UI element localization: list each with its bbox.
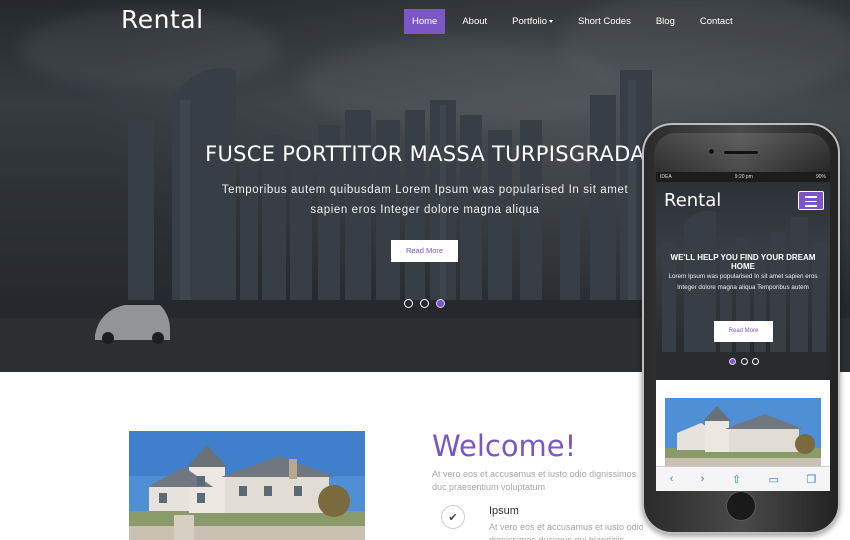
- slider-dot-2[interactable]: [420, 299, 429, 308]
- phone-mockup: IDEA 9:20 pm 90% Rental WE'LL HELP YOU F…: [642, 123, 840, 534]
- forward-arrow-icon[interactable]: ›: [701, 473, 705, 485]
- status-bar: IDEA 9:20 pm 90%: [656, 172, 830, 182]
- caret-down-icon: [549, 19, 554, 23]
- nav-portfolio[interactable]: Portfolio: [504, 9, 561, 34]
- carrier-label: IDEA: [660, 174, 672, 180]
- nav-about[interactable]: About: [454, 9, 495, 34]
- main-nav: Home About Portfolio Short Codes Blog Co…: [404, 9, 750, 34]
- welcome-text: At vero eos et accusamus et iusto odio d…: [432, 469, 637, 492]
- mobile-slider-dot-1[interactable]: [729, 358, 736, 365]
- camera-icon: [708, 148, 715, 155]
- mobile-hero: Rental WE'LL HELP YOU FIND YOUR DREAM HO…: [656, 182, 830, 380]
- home-button: [726, 491, 756, 521]
- share-icon[interactable]: ⇧: [732, 473, 741, 486]
- mobile-hero-title: WE'LL HELP YOU FIND YOUR DREAM HOME: [670, 253, 816, 271]
- back-arrow-icon[interactable]: ‹: [670, 473, 674, 485]
- mobile-slider-dot-2[interactable]: [740, 358, 748, 365]
- mobile-logo[interactable]: Rental: [664, 190, 721, 211]
- feature-title: Ipsum: [489, 505, 519, 517]
- nav-blog[interactable]: Blog: [648, 9, 683, 34]
- hero-text: Temporibus autem quibusdam Lorem Ipsum w…: [221, 184, 629, 216]
- hamburger-menu-icon[interactable]: [798, 191, 824, 210]
- read-more-button[interactable]: Read More: [391, 240, 458, 262]
- slider-dots: [404, 299, 452, 308]
- welcome-title: Welcome!: [432, 429, 577, 463]
- mobile-hero-text: Lorem Ipsum was popularised In sit amet …: [668, 273, 818, 291]
- nav-contact[interactable]: Contact: [692, 9, 741, 34]
- bookmarks-icon[interactable]: ▭: [769, 473, 779, 486]
- mobile-house-image: [665, 398, 821, 468]
- house-image: [129, 431, 365, 540]
- mobile-slider-dots: [729, 358, 764, 365]
- nav-short-codes[interactable]: Short Codes: [570, 9, 639, 34]
- slider-dot-3[interactable]: [436, 299, 445, 308]
- mobile-read-more-button[interactable]: Read More: [714, 321, 773, 342]
- site-logo[interactable]: Rental: [121, 5, 204, 34]
- nav-home[interactable]: Home: [404, 9, 446, 34]
- browser-toolbar: ‹ › ⇧ ▭ ❐: [656, 466, 830, 491]
- hero-title: FUSCE PORTTITOR MASSA TURPISGRADA: [205, 142, 645, 166]
- phone-screen: IDEA 9:20 pm 90% Rental WE'LL HELP YOU F…: [656, 172, 830, 491]
- slider-dot-1[interactable]: [404, 299, 413, 308]
- mobile-slider-dot-3[interactable]: [752, 358, 759, 365]
- nav-portfolio-label: Portfolio: [512, 16, 548, 27]
- tabs-icon[interactable]: ❐: [806, 473, 816, 486]
- feature-text: At vero eos et accusamus et iusto odio d…: [489, 522, 644, 540]
- check-icon: ✔: [441, 505, 465, 529]
- battery-label: 90%: [815, 174, 826, 180]
- speaker-icon: [723, 150, 759, 155]
- time-label: 9:20 pm: [734, 174, 753, 180]
